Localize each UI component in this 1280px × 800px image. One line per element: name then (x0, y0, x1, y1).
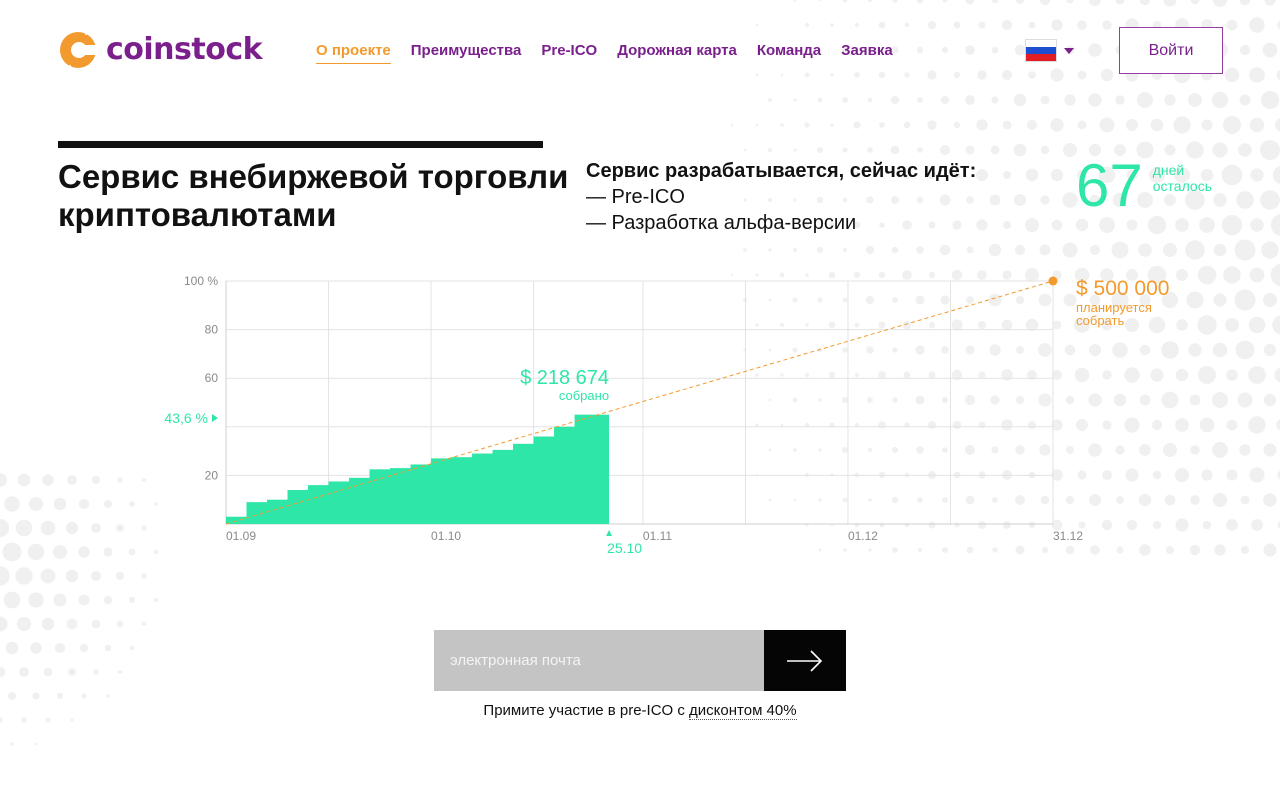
y-tick-label: 60 (205, 371, 219, 385)
page-title: Сервис внебиржевой торговли криптовалюта… (58, 158, 569, 233)
area-step (533, 436, 555, 524)
email-field[interactable] (434, 630, 764, 691)
area-step (574, 414, 610, 524)
area-step (492, 449, 514, 524)
status-heading: Сервис разрабатывается, сейчас идёт: (586, 160, 977, 182)
discount-link[interactable]: дисконтом 40% (689, 702, 797, 720)
nav-item-team[interactable]: Команда (757, 42, 821, 64)
area-step (246, 502, 268, 524)
target-point (1048, 276, 1058, 286)
x-tick-label: 01.11 (643, 529, 672, 543)
area-step (410, 464, 432, 524)
language-selector[interactable] (1026, 40, 1074, 61)
goal-label-line: собрать (1076, 313, 1124, 328)
current-date-label: 25.10 (607, 540, 642, 556)
area-step (451, 457, 473, 524)
nav-item-about[interactable]: О проекте (316, 42, 391, 64)
promo-lead: Примите участие в pre-ICO с (483, 702, 690, 719)
coinstock-logo-icon (60, 30, 98, 70)
promo-text: Примите участие в pre-ICO с дисконтом 40… (0, 702, 1280, 720)
current-percent-label: 43,6 % (164, 410, 208, 426)
logo[interactable]: coinstock (58, 30, 263, 70)
collected-label: собрано (559, 388, 609, 403)
days-countdown: 67 дней осталось (1076, 150, 1212, 222)
main-nav: О проекте Преимущества Pre-ICO Дорожная … (316, 42, 893, 64)
y-tick-label: 20 (205, 468, 219, 482)
nav-item-advantages[interactable]: Преимущества (411, 42, 522, 64)
area-step (554, 426, 576, 524)
status-item: — Pre-ICO (586, 186, 685, 208)
nav-item-pre-ico[interactable]: Pre-ICO (541, 42, 597, 64)
area-step (267, 499, 289, 524)
x-tick-label: 01.09 (226, 529, 256, 543)
development-status: Сервис разрабатывается, сейчас идёт: — P… (586, 158, 976, 236)
russian-flag-icon (1026, 40, 1056, 61)
nav-item-roadmap[interactable]: Дорожная карта (617, 42, 737, 64)
area-step (431, 458, 453, 524)
current-date-marker-icon (606, 530, 613, 536)
area-step (287, 489, 309, 524)
days-label-line: дней (1152, 162, 1185, 178)
nav-item-application[interactable]: Заявка (841, 42, 893, 64)
arrow-right-icon (787, 649, 823, 672)
area-step (308, 485, 330, 524)
area-step (349, 477, 371, 524)
brand-name: coinstock (106, 32, 263, 67)
x-tick-label: 31.12 (1053, 529, 1083, 543)
login-button[interactable]: Войти (1119, 27, 1223, 74)
area-step (472, 453, 494, 524)
y-tick-label: 80 (205, 323, 219, 337)
area-step (328, 481, 350, 524)
area-step (513, 443, 535, 524)
area-step (369, 469, 391, 524)
area-step (390, 468, 412, 524)
x-tick-label: 01.10 (431, 529, 461, 543)
days-remaining-label: дней осталось (1153, 162, 1212, 194)
days-label-line: осталось (1152, 178, 1212, 194)
days-remaining-number: 67 (1076, 152, 1143, 219)
x-tick-label: 01.12 (848, 529, 878, 543)
collected-amount: $ 218 674 (520, 367, 609, 389)
current-percent-marker-icon (212, 414, 218, 423)
y-tick-label: 100 % (184, 274, 218, 288)
status-item: — Разработка альфа-версии (586, 212, 857, 234)
chevron-down-icon (1064, 47, 1074, 54)
goal-amount: $ 500 000 (1076, 277, 1169, 300)
signup-form (434, 630, 846, 691)
submit-button[interactable] (764, 630, 846, 691)
target-line (225, 280, 1054, 525)
title-accent-bar (58, 141, 543, 148)
